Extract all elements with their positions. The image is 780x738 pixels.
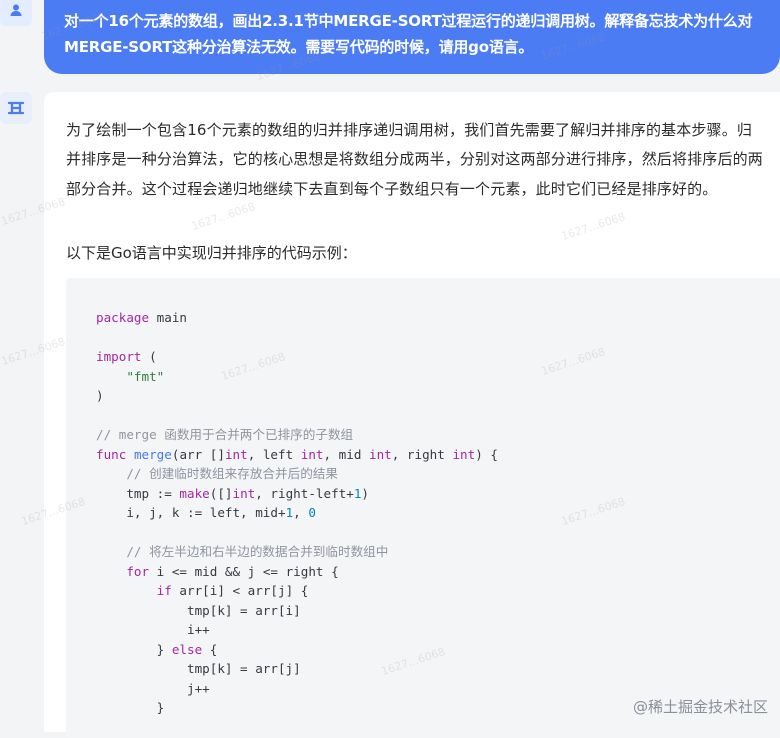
code-line: "fmt": [96, 367, 780, 387]
code-token: arr[i] < arr[j] {: [171, 583, 309, 598]
code-token: import: [96, 349, 142, 364]
code-line: ): [96, 386, 780, 406]
code-intro: 以下是Go语言中实现归并排序的代码示例：: [66, 244, 357, 262]
code-token: }: [96, 641, 172, 657]
code-token: package: [96, 310, 150, 325]
code-line: func merge(arr []int, left int, mid int,…: [96, 445, 780, 465]
code-token: 0: [308, 505, 316, 520]
code-token: int: [224, 446, 248, 462]
code-token: main: [149, 310, 187, 325]
code-line: if arr[i] < arr[j] {: [96, 581, 780, 601]
user-icon: [10, 4, 22, 16]
code-token: ): [361, 485, 370, 501]
code-token: , mid: [323, 446, 370, 462]
code-token: tmp :=: [96, 485, 180, 501]
code-line: tmp[k] = arr[i]: [96, 601, 780, 621]
code-token: , left: [247, 446, 301, 462]
bot-avatar: [0, 92, 32, 124]
user-avatar: [0, 0, 32, 26]
code-line: i, j, k := left, mid+1, 0: [96, 503, 780, 523]
code-token: int: [300, 446, 324, 462]
code-token: for: [126, 563, 150, 579]
user-question-bubble: 对一个16个元素的数组，画出2.3.1节中MERGE-SORT过程运行的递归调用…: [44, 0, 780, 74]
code-token: , right: [391, 446, 453, 462]
code-token: int: [452, 446, 476, 462]
code-token: ) {: [475, 446, 498, 462]
code-token: int: [232, 485, 256, 501]
code-token: {: [202, 641, 218, 657]
code-token: // 创建临时数组来存放合并后的结果: [126, 466, 338, 481]
code-token: , right-left+: [255, 485, 354, 501]
code-token: tmp[k] = arr[j]: [96, 661, 301, 676]
code-token: (: [141, 349, 157, 364]
code-token: i++: [96, 622, 210, 637]
question-text: 对一个16个元素的数组，画出2.3.1节中MERGE-SORT过程运行的递归调用…: [64, 12, 753, 56]
code-line: package main: [96, 308, 780, 328]
code-token: tmp[k] = arr[i]: [96, 602, 301, 618]
code-token: int: [369, 446, 392, 462]
code-token: ([]: [209, 485, 233, 501]
code-line: tmp[k] = arr[j]: [96, 659, 780, 679]
code-line: // merge 函数用于合并两个已排序的子数组: [96, 425, 780, 445]
code-token: else: [171, 641, 203, 657]
code-line: i++: [96, 620, 780, 640]
code-token: (arr []: [171, 446, 225, 462]
code-token: merge: [133, 446, 172, 462]
code-token: "fmt": [126, 368, 165, 384]
code-line: } else {: [96, 640, 780, 660]
code-line: for i <= mid && j <= right {: [96, 562, 780, 582]
code-token: }: [96, 700, 165, 715]
code-token: ): [96, 388, 104, 403]
code-block[interactable]: package main import ( "fmt") // merge 函数…: [66, 278, 780, 738]
code-token: i, j, k := left, mid+: [96, 505, 286, 520]
code-line: // 创建临时数组来存放合并后的结果: [96, 464, 780, 484]
code-token: j++: [96, 680, 210, 696]
code-token: // 将左半边和右半边的数据合并到临时数组中: [126, 544, 389, 559]
code-token: func: [96, 446, 127, 462]
bot-logo-icon: [7, 101, 25, 115]
answer-paragraph: 为了绘制一个包含16个元素的数组的归并排序递归调用树，我们首先需要了解归并排序的…: [66, 121, 763, 198]
code-line: tmp := make([]int, right-left+1): [96, 484, 780, 504]
code-line: import (: [96, 347, 780, 367]
site-watermark: @稀土掘金技术社区: [632, 698, 768, 716]
code-token: i <= mid && j <= right {: [149, 563, 339, 579]
answer-card: 为了绘制一个包含16个元素的数组的归并排序递归调用树，我们首先需要了解归并排序的…: [44, 92, 780, 738]
code-line: // 将左半边和右半边的数据合并到临时数组中: [96, 542, 780, 562]
code-token: ,: [293, 505, 309, 520]
code-token: if: [156, 583, 172, 598]
code-token: make: [179, 485, 210, 501]
code-token: // merge 函数用于合并两个已排序的子数组: [96, 427, 354, 442]
